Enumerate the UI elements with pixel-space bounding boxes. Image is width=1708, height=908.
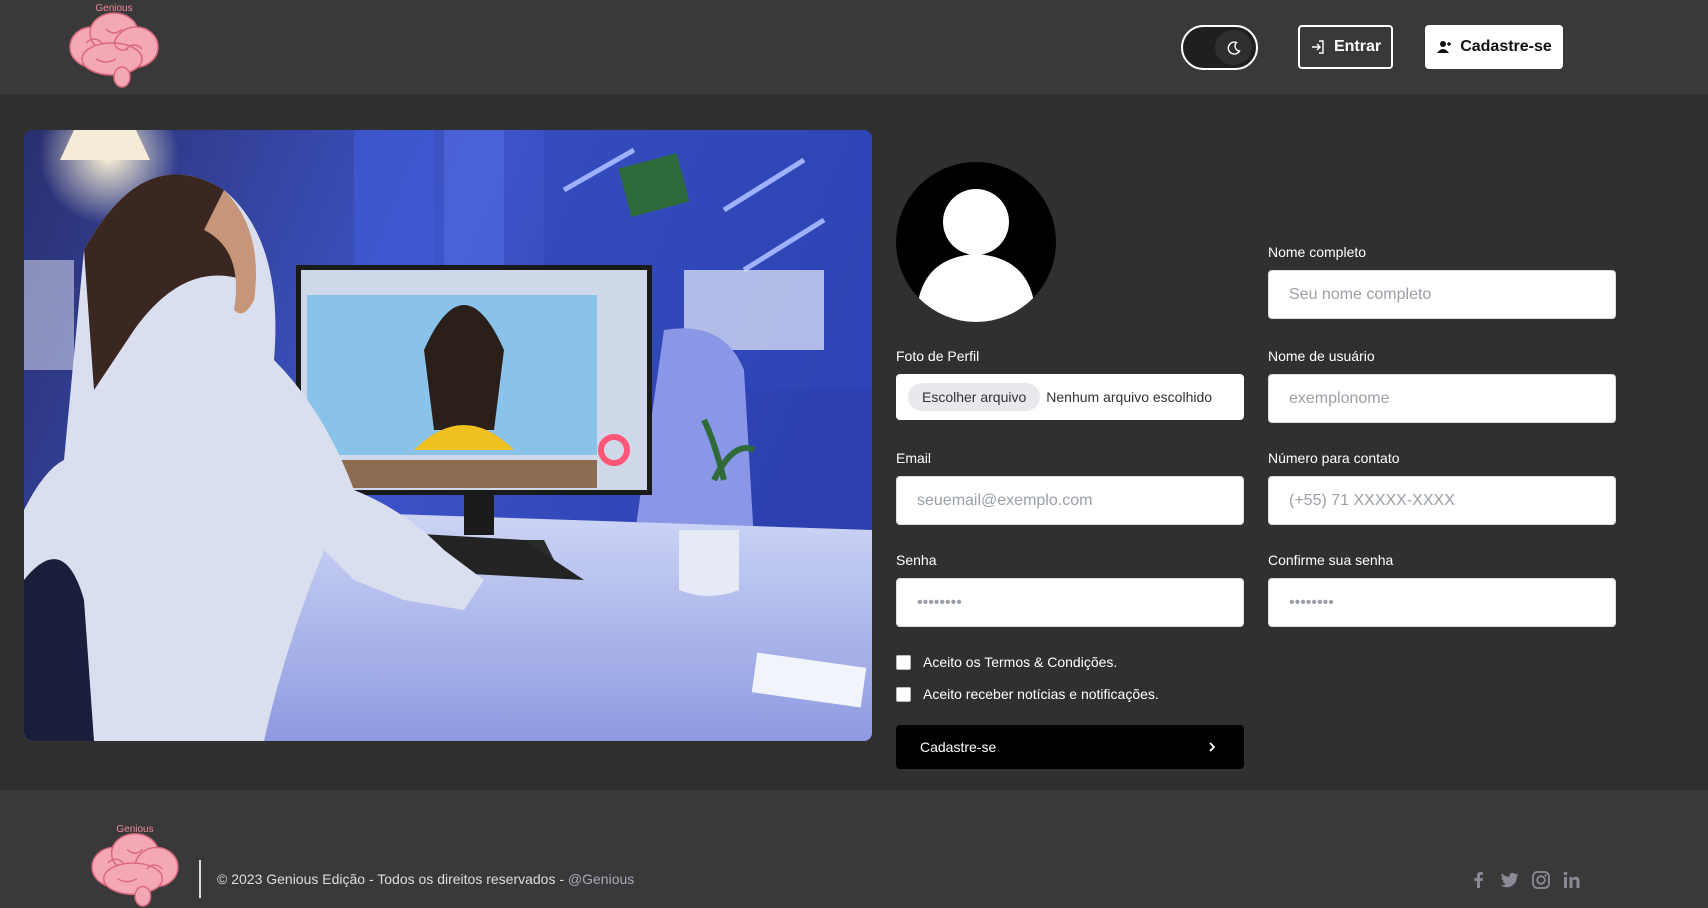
email-field[interactable] [896,476,1244,525]
email-label: Email [896,450,932,466]
signup-button[interactable]: Cadastre-se [1425,25,1563,69]
profile-photo-input[interactable]: Escolher arquivo Nenhum arquivo escolhid… [896,374,1244,420]
office-photo [24,130,872,741]
profile-avatar[interactable] [896,162,1056,322]
login-button[interactable]: Entrar [1298,25,1393,69]
twitter-icon[interactable] [1499,870,1519,890]
copyright-handle-link[interactable]: @Genious [568,871,634,887]
copyright-text: © 2023 Genious Edição - Todos os direito… [217,871,568,887]
brain-logo-icon [91,833,179,907]
terms-checkbox[interactable] [896,654,911,670]
terms-label: Aceito os Termos & Condições. [923,654,1118,670]
moon-icon [1227,40,1241,55]
logo[interactable]: Genious [66,3,162,89]
footer: Genious © 2023 Genious Edição - Todos os… [0,790,1708,908]
choose-file-button[interactable]: Escolher arquivo [908,383,1041,411]
copyright: © 2023 Genious Edição - Todos os direito… [217,871,634,887]
linkedin-icon[interactable] [1562,870,1582,890]
header: Genious Entrar Cadastre-se [0,0,1708,94]
username-label: Nome de usuário [1268,348,1375,364]
add-user-icon [1437,41,1452,53]
signup-label: Cadastre-se [1460,38,1552,55]
phone-field[interactable] [1268,476,1616,525]
confirm-password-field[interactable] [1268,578,1616,627]
phone-label: Número para contato [1268,450,1400,466]
login-label: Entrar [1333,38,1382,55]
user-silhouette-icon [918,189,1034,322]
file-status: Nenhum arquivo escolhido [1046,389,1213,405]
fullname-label: Nome completo [1268,244,1367,260]
facebook-icon[interactable] [1469,870,1489,890]
profile-photo-label: Foto de Perfil [896,348,980,364]
footer-divider [199,860,201,898]
footer-logo[interactable]: Genious [88,824,182,908]
theme-toggle-knob[interactable] [1215,30,1252,65]
password-label: Senha [896,552,937,568]
brain-logo-icon [69,12,159,88]
footer-logo-text: Genious [116,824,154,835]
login-icon [1311,40,1324,54]
chevron-right-icon [1209,742,1216,752]
submit-label: Cadastre-se [920,739,997,755]
terms-row: Aceito os Termos & Condições. [896,654,1117,670]
news-label: Aceito receber notícias e notificações. [923,686,1159,702]
password-field[interactable] [896,578,1244,627]
hero-image [24,130,872,741]
confirm-password-label: Confirme sua senha [1268,552,1394,568]
instagram-icon[interactable] [1531,870,1551,890]
submit-signup-button[interactable]: Cadastre-se [896,725,1244,769]
username-field[interactable] [1268,374,1616,423]
logo-text: Genious [95,3,133,14]
news-row: Aceito receber notícias e notificações. [896,686,1159,702]
theme-toggle[interactable] [1181,25,1258,70]
news-checkbox[interactable] [896,686,911,702]
fullname-field[interactable] [1268,270,1616,319]
